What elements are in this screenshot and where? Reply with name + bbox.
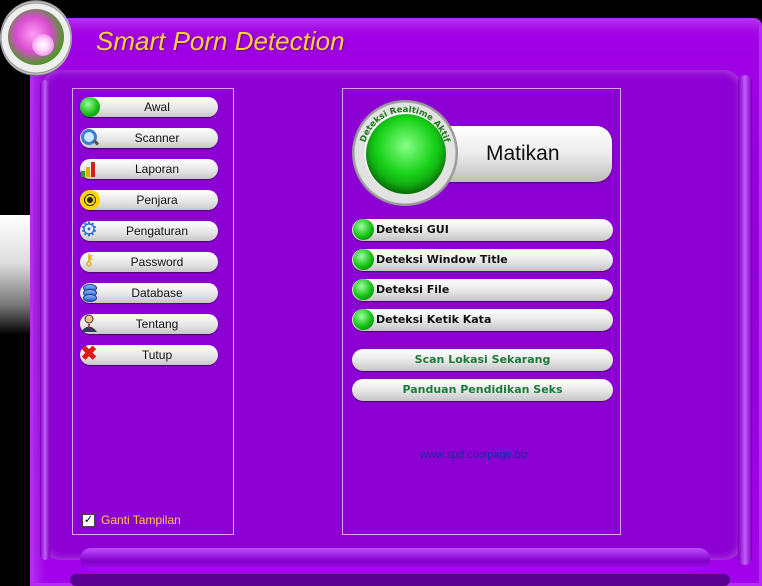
sidebar-item-label: Pengaturan <box>125 224 189 238</box>
deteksi-ketik-kata-label: Deteksi Ketik Kata <box>376 313 492 326</box>
deteksi-gui-toggle[interactable]: Deteksi GUI <box>352 219 613 241</box>
status-on-icon <box>353 219 374 240</box>
sidebar-item-pengaturan[interactable]: ⚙ Pengaturan <box>80 219 218 241</box>
bottom-edge <box>70 574 730 586</box>
svg-text:Deteksi Realtime Aktif: Deteksi Realtime Aktif <box>359 105 452 144</box>
sidebar-item-label: Scanner <box>134 131 180 145</box>
sidebar-item-tutup[interactable]: ✖ Tutup <box>80 343 218 365</box>
sidebar-item-password[interactable]: ⚷ Password <box>80 252 218 272</box>
app-logo <box>0 0 72 76</box>
realtime-status-arc: Deteksi Realtime Aktif <box>359 105 452 144</box>
sidebar-item-label: Awal <box>144 100 170 114</box>
scan-location-button[interactable]: Scan Lokasi Sekarang <box>352 349 613 371</box>
sidebar-item-laporan[interactable]: Laporan <box>80 159 218 179</box>
status-on-icon <box>353 279 374 300</box>
realtime-status-text: Deteksi Realtime Aktif <box>359 105 452 144</box>
matikan-label[interactable]: Matikan <box>486 142 560 166</box>
sidebar-item-label: Tentang <box>135 317 179 331</box>
sidebar-item-tentang[interactable]: Tentang <box>80 314 218 334</box>
deteksi-window-title-label: Deteksi Window Title <box>376 253 508 266</box>
person-icon <box>78 312 100 334</box>
sidebar-item-label: Laporan <box>134 162 180 176</box>
toggle-skin-option[interactable]: ✓ Ganti Tampilan <box>82 512 181 528</box>
sidebar-item-label: Penjara <box>136 193 178 207</box>
logo-flower-icon <box>8 9 64 65</box>
green-dot-icon <box>80 97 100 117</box>
realtime-toggle[interactable]: Deteksi Realtime Aktif Matikan <box>352 100 612 208</box>
sidebar-item-label: Password <box>130 255 184 269</box>
close-icon: ✖ <box>80 343 98 365</box>
sidebar-item-database[interactable]: Database <box>80 283 218 303</box>
deteksi-window-title-toggle[interactable]: Deteksi Window Title <box>352 249 613 271</box>
deteksi-file-toggle[interactable]: Deteksi File <box>352 279 613 301</box>
sidebar-item-awal[interactable]: Awal <box>80 97 218 117</box>
key-icon: ⚷ <box>83 252 95 269</box>
right-rail <box>738 75 752 565</box>
sex-education-guide-button[interactable]: Panduan Pendidikan Seks <box>352 379 613 401</box>
app-title: Smart Porn Detection <box>96 26 345 56</box>
deteksi-ketik-kata-toggle[interactable]: Deteksi Ketik Kata <box>352 309 613 331</box>
database-icon <box>78 281 100 303</box>
status-on-icon <box>353 309 374 330</box>
sidebar-item-label: Database <box>131 286 183 300</box>
magnifier-icon <box>78 126 100 148</box>
bar-chart-icon <box>78 157 100 179</box>
bottom-bar <box>80 548 710 570</box>
gear-icon: ⚙ <box>80 219 98 241</box>
radiation-icon <box>80 190 100 210</box>
left-rail <box>40 80 50 560</box>
website-link[interactable]: www.spd.coolpage.biz <box>420 449 529 461</box>
deteksi-gui-label: Deteksi GUI <box>376 223 449 236</box>
status-on-icon <box>353 249 374 270</box>
sidebar-item-label: Tutup <box>141 348 173 362</box>
sidebar-item-penjara[interactable]: Penjara <box>80 190 218 210</box>
sidebar-item-scanner[interactable]: Scanner <box>80 128 218 148</box>
ganti-tampilan-label: Ganti Tampilan <box>101 513 181 527</box>
desktop-background <box>0 215 34 335</box>
ganti-tampilan-checkbox[interactable]: ✓ <box>82 513 95 527</box>
deteksi-file-label: Deteksi File <box>376 283 450 296</box>
